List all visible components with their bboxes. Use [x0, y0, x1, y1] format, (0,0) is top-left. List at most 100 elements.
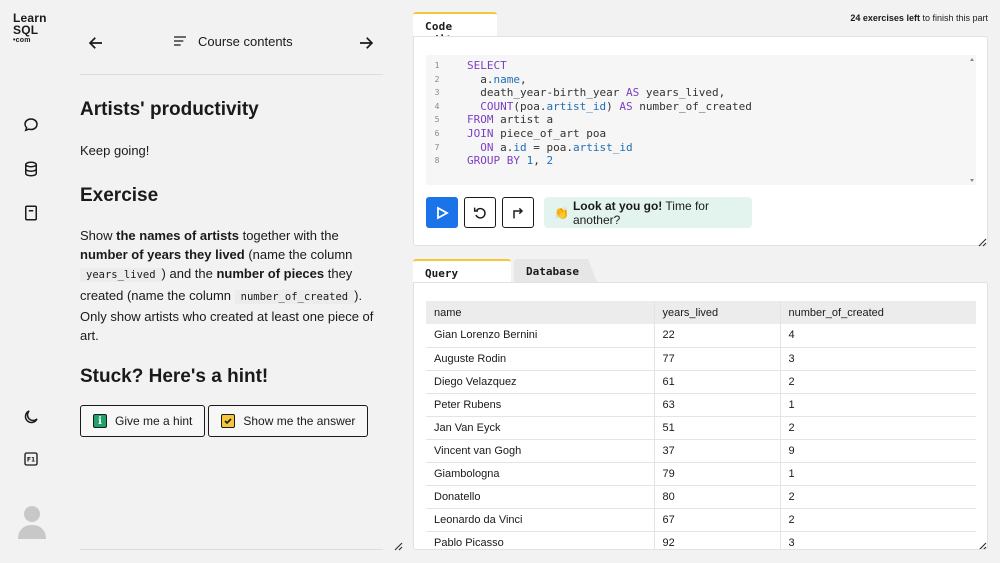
- code-text: = poa.: [526, 140, 573, 154]
- lesson-title: Artists' productivity: [80, 99, 259, 120]
- cell: 2: [779, 416, 976, 440]
- instruction-text: ) and the: [161, 266, 217, 282]
- results-resize-handle-icon[interactable]: [977, 538, 987, 549]
- cell: 1: [779, 393, 976, 417]
- cell: Diego Velazquez: [426, 370, 654, 394]
- info-icon: i: [93, 414, 107, 428]
- code-identifier: name: [493, 72, 521, 86]
- avatar[interactable]: [16, 503, 48, 539]
- line-number: 4: [434, 101, 440, 111]
- run-query-button[interactable]: [426, 197, 458, 228]
- line-number: 3: [434, 88, 440, 98]
- code-keyword: AS: [625, 86, 640, 100]
- tab-database[interactable]: Database: [514, 259, 598, 284]
- column-header-name: name: [426, 301, 654, 324]
- exercises-left: 24 exercises left to finish this part: [850, 13, 988, 23]
- code-keyword: ON: [480, 140, 494, 154]
- line-number: 7: [434, 142, 440, 152]
- cell: Vincent van Gogh: [426, 439, 654, 463]
- notes-icon[interactable]: [21, 203, 41, 223]
- code-line: COUNT(poa.artist_id) AS number_of_create…: [467, 100, 752, 114]
- cell: Peter Rubens: [426, 393, 654, 417]
- play-icon: [437, 205, 449, 220]
- cell: 2: [779, 485, 976, 509]
- tab-query-results[interactable]: Query results: [413, 259, 511, 293]
- cell: 9: [779, 439, 976, 463]
- keyboard-shortcut-icon[interactable]: F1: [21, 449, 41, 469]
- cell: 67: [653, 508, 780, 532]
- code-keyword: AS: [619, 99, 633, 113]
- exercises-left-count: 24 exercises left: [850, 13, 920, 23]
- table-row: Peter Rubens 63 1: [426, 393, 976, 417]
- database-icon[interactable]: [21, 159, 41, 179]
- table-row: Leonardo da Vinci 67 2: [426, 508, 976, 532]
- code-text: ,: [533, 154, 547, 168]
- code-text: years_lived,: [639, 86, 726, 100]
- dark-mode-icon[interactable]: [21, 407, 41, 427]
- checkmark-icon: [221, 414, 236, 428]
- instruction-bold: number of years they lived: [80, 247, 245, 263]
- left-rail: Learn SQL •com F1: [0, 0, 62, 563]
- code-text: ): [606, 99, 620, 113]
- code-identifier: id: [513, 140, 527, 154]
- hint-heading: Stuck? Here's a hint!: [80, 366, 269, 387]
- code-keyword: FROM: [467, 113, 494, 127]
- table-row: Auguste Rodin 77 3: [426, 347, 976, 371]
- logo-line2: SQL: [13, 23, 39, 37]
- code-line: death_year-birth_year AS years_lived,: [467, 86, 752, 100]
- instruction-bold: the names of artists: [116, 228, 239, 243]
- cell: Giambologna: [426, 462, 654, 486]
- code-line: ON a.id = poa.artist_id: [467, 141, 752, 155]
- reset-icon: [473, 207, 486, 219]
- logo[interactable]: Learn SQL •com: [13, 12, 47, 45]
- cell: 51: [653, 416, 780, 440]
- panel-resize-handle-icon[interactable]: [393, 538, 403, 551]
- instruction-bold: number of pieces: [216, 266, 325, 282]
- forward-arrow-icon: [513, 207, 524, 218]
- cell: 79: [653, 462, 780, 486]
- cell: Auguste Rodin: [426, 347, 654, 371]
- tab-code-editor[interactable]: Code editor: [413, 12, 497, 46]
- give-hint-button[interactable]: i Give me a hint: [80, 405, 206, 437]
- logo-line3: •com: [13, 37, 31, 44]
- give-hint-label: Give me a hint: [115, 414, 193, 428]
- code-keyword: COUNT: [480, 99, 514, 113]
- instruction-text: together with the: [238, 228, 339, 243]
- success-text-bold: Look at you go!: [572, 198, 663, 213]
- divider: [80, 549, 383, 550]
- previous-arrow-icon[interactable]: [87, 34, 105, 52]
- editor-scrollbar[interactable]: [968, 55, 976, 185]
- table-header: name years_lived number_of_created: [426, 301, 976, 324]
- code-keyword: SELECT: [467, 59, 507, 72]
- code-identifier: artist_id: [546, 99, 607, 113]
- chat-icon[interactable]: [21, 115, 41, 135]
- cell: Pablo Picasso: [426, 531, 654, 549]
- line-number: 2: [434, 74, 440, 84]
- table-row: Diego Velazquez 61 2: [426, 370, 976, 394]
- hint-buttons: i Give me a hint Show me the answer: [80, 405, 369, 437]
- code-line: FROM artist a: [467, 113, 752, 127]
- line-number: 8: [434, 156, 440, 166]
- line-number: 5: [434, 115, 440, 125]
- encouragement-text: Keep going!: [80, 143, 150, 158]
- query-results-panel: name years_lived number_of_created Gian …: [413, 282, 988, 550]
- cell: Gian Lorenzo Bernini: [426, 324, 654, 348]
- code-line: a.name,: [467, 73, 752, 87]
- next-exercise-button[interactable]: [502, 197, 534, 228]
- next-arrow-icon[interactable]: [357, 34, 375, 52]
- course-contents-button[interactable]: Course contents: [172, 33, 293, 49]
- show-answer-button[interactable]: Show me the answer: [208, 405, 369, 437]
- success-message: 👏 Look at you go! Time for another?: [544, 197, 752, 228]
- editor-resize-handle-icon[interactable]: [977, 234, 987, 247]
- course-contents-label: Course contents: [198, 33, 293, 49]
- sql-editor[interactable]: 1 2 3 4 5 6 7 8 SELECT a.name, death_yea…: [426, 55, 976, 185]
- reset-code-button[interactable]: [464, 197, 496, 228]
- divider: [80, 74, 383, 75]
- table-row: Gian Lorenzo Bernini 22 4: [426, 324, 976, 348]
- exercise-heading: Exercise: [80, 185, 159, 206]
- clap-icon: 👏: [554, 205, 569, 220]
- cell: 22: [653, 324, 780, 348]
- instruction-text: Show: [80, 228, 117, 243]
- code-text: number_of_created: [632, 99, 752, 113]
- code-editor-panel: 1 2 3 4 5 6 7 8 SELECT a.name, death_yea…: [413, 36, 988, 247]
